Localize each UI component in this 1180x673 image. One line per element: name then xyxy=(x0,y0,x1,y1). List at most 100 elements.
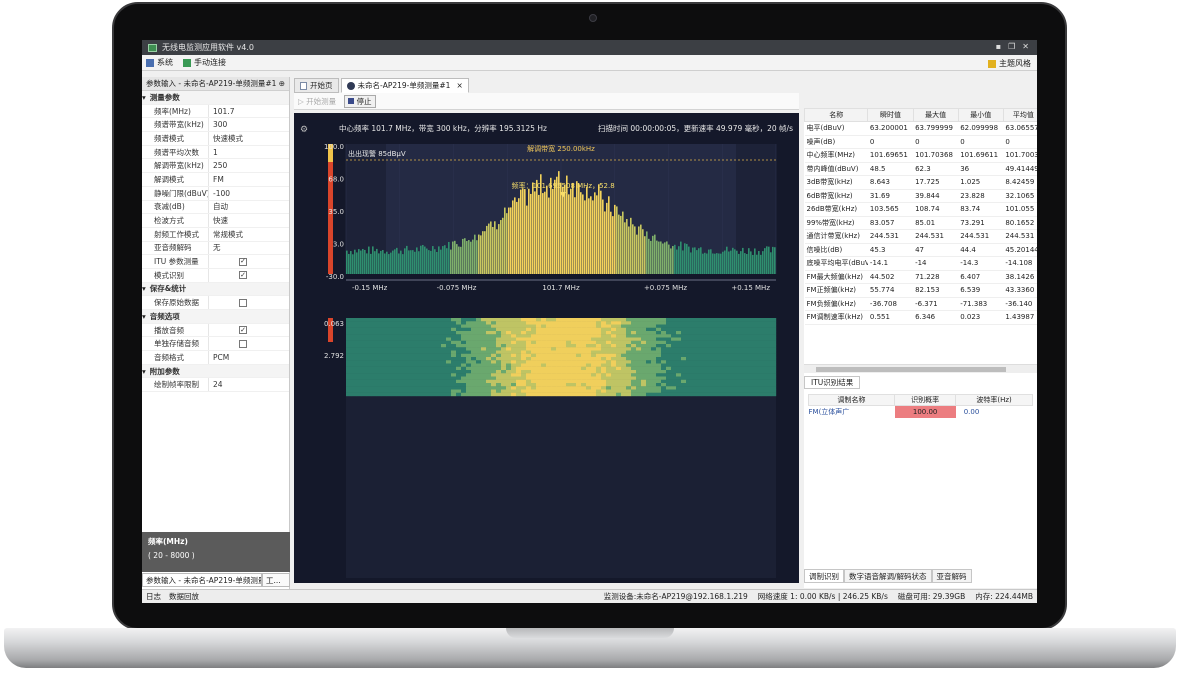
property-row[interactable]: 亚音频解码无 xyxy=(142,241,289,256)
waterfall-cell xyxy=(641,366,647,371)
table-row[interactable]: 噪声(dB) 0 0 0 0 xyxy=(804,135,1037,149)
property-row[interactable]: 检波方式 快速 xyxy=(142,214,289,228)
tab-tools[interactable]: 工... xyxy=(262,573,290,587)
property-row[interactable]: 频谱带宽(kHz) 300 xyxy=(142,118,289,133)
property-value[interactable]: 1 xyxy=(208,145,289,159)
table-row[interactable]: 通信计带宽(kHz) 244.531 244.531 244.531 244.531 xyxy=(804,229,1037,244)
theme-button[interactable]: 主题风格 xyxy=(988,58,1031,69)
property-value[interactable]: 250 xyxy=(208,159,289,173)
stop-button[interactable]: 停止 xyxy=(344,94,376,108)
spectrum-bar xyxy=(682,250,684,274)
table-row[interactable]: 信噪比(dB) 45.3 47 44.4 45.20144 xyxy=(804,243,1037,257)
property-checkbox[interactable]: ✓ xyxy=(239,271,247,280)
section-header[interactable]: ▾ 测量参数 xyxy=(142,91,289,105)
property-value[interactable]: 无 xyxy=(208,241,289,255)
table-row[interactable]: 6dB带宽(kHz) 31.69 39.844 23.828 32.1065 xyxy=(804,189,1037,203)
waterfall-cell xyxy=(726,392,732,397)
menu-manual-connect[interactable]: 手动连接 xyxy=(183,57,226,68)
tab-measurement[interactable]: 未命名-AP219-单频测量#1 × xyxy=(340,78,469,93)
property-row[interactable]: ITU 参数测量 ✓ xyxy=(142,255,289,269)
tab-close-icon[interactable]: × xyxy=(456,81,462,90)
minimize-icon[interactable]: ▪ xyxy=(996,42,1001,51)
property-value[interactable]: FM xyxy=(208,173,289,186)
property-value[interactable]: 常规模式 xyxy=(208,227,289,241)
menu-system[interactable]: 系统 xyxy=(146,57,173,68)
property-value[interactable]: 快速模式 xyxy=(208,132,289,145)
playback-button[interactable]: 数据回放 xyxy=(169,591,199,602)
table-row[interactable]: FM正频偏(kHz) 55.774 82.153 6.539 43.3360 xyxy=(804,283,1037,298)
waterfall-cell xyxy=(681,324,687,328)
table-row[interactable]: FM调制速率(kHz) 0.551 6.346 0.023 1.43987 xyxy=(804,310,1037,325)
tab-itu-result[interactable]: ITU识别结果 xyxy=(804,376,860,389)
property-row[interactable]: 保存原始数据 xyxy=(142,296,289,310)
table-row[interactable]: 3dB带宽(kHz) 8.643 17.725 1.025 8.42459 xyxy=(804,175,1037,190)
property-checkbox[interactable] xyxy=(239,298,247,307)
section-header[interactable]: ▾ 音频选项 xyxy=(142,310,289,324)
table-row[interactable]: 99%带宽(kHz) 83.057 85.01 73.291 80.1652 xyxy=(804,216,1037,230)
property-row[interactable]: 绘制帧率限制 24 xyxy=(142,378,289,393)
property-checkbox[interactable] xyxy=(239,339,247,348)
property-row[interactable]: 音频格式 PCM xyxy=(142,351,289,365)
property-row[interactable]: 频谱模式 快速模式 xyxy=(142,132,289,146)
close-icon[interactable]: ✕ xyxy=(1022,42,1029,51)
waterfall-cell xyxy=(581,347,587,351)
property-row[interactable]: 射频工作模式 常规模式 xyxy=(142,227,289,242)
property-row[interactable]: 模式识别 ✓ xyxy=(142,268,289,283)
table-row[interactable]: 电平(dBuV) 63.200001 63.799999 62.099998 63.06… xyxy=(804,121,1037,136)
horizontal-scrollbar[interactable] xyxy=(804,364,1037,373)
waterfall-cell xyxy=(521,327,527,332)
column-header[interactable]: 最大值 xyxy=(912,108,959,122)
property-value[interactable]: 快速 xyxy=(208,214,289,227)
tab-modulation-recognition[interactable]: 调制识别 xyxy=(804,569,844,583)
section-header[interactable]: ▾ 附加参数 xyxy=(142,364,289,379)
spectrum-bar xyxy=(746,253,748,274)
waterfall-cell xyxy=(536,392,542,397)
table-row[interactable]: 26dB带宽(kHz) 103.565 108.74 83.74 101.055 xyxy=(804,202,1037,217)
waterfall-cell xyxy=(451,321,457,325)
property-row[interactable]: 频率(MHz) 101.7 xyxy=(142,104,289,119)
table-row[interactable]: 带内峰值(dBuV) 48.5 62.3 36 49.41449 xyxy=(804,162,1037,176)
tab-parameter-input[interactable]: 参数输入 - 未命名-AP219-单频测量... xyxy=(142,573,262,587)
column-header[interactable]: 瞬时值 xyxy=(867,108,914,122)
table-row[interactable]: FM最大频偏(kHz) 44.502 71.228 6.407 38.1426 xyxy=(804,270,1037,284)
spectrum-bar xyxy=(420,245,422,274)
property-value[interactable]: 自动 xyxy=(208,200,289,214)
property-row[interactable]: 静噪门限(dBuV) -100 xyxy=(142,186,289,201)
start-measure-button[interactable]: ▷ 开始测量 xyxy=(298,96,336,107)
column-header[interactable]: 平均值 xyxy=(1002,108,1037,122)
tab-digital-voice[interactable]: 数字语音解调/解码状态 xyxy=(844,569,932,583)
property-row[interactable]: 播放音频 ✓ xyxy=(142,323,289,338)
property-row[interactable]: 衰减(dB) 自动 xyxy=(142,200,289,215)
column-header[interactable]: 名称 xyxy=(803,108,869,122)
table-row[interactable]: FM负频偏(kHz) -36.708 -6.371 -71.383 -36.140 xyxy=(804,297,1037,311)
property-value[interactable]: 101.7 xyxy=(208,104,289,118)
table-row[interactable]: 底噪平均电平(dBuV) -14.1 -14 -14.3 -14.108 xyxy=(804,256,1037,271)
property-checkbox[interactable]: ✓ xyxy=(239,257,247,266)
restore-icon[interactable]: ❐ xyxy=(1008,42,1015,51)
property-checkbox[interactable]: ✓ xyxy=(239,326,247,335)
property-row[interactable]: 解调带宽(kHz) 250 xyxy=(142,159,289,174)
table-row[interactable]: FM(立体声广 100.00 0.00 xyxy=(809,405,1033,418)
table-row[interactable]: 中心频率(MHz) 101.69651 101.70368 101.69611 101.… xyxy=(804,148,1037,163)
waterfall-cell xyxy=(516,321,522,325)
waterfall-cell xyxy=(431,379,437,384)
property-row[interactable]: 单独存储音频 xyxy=(142,337,289,352)
property-row[interactable]: 频谱平均次数 1 xyxy=(142,145,289,160)
tab-subaudio[interactable]: 亚音解码 xyxy=(931,569,972,583)
spectrum-plot[interactable]: 100.068.035.03.0-30.0出出现警 85dBμV解调带宽 250… xyxy=(324,138,784,298)
property-value[interactable]: 300 xyxy=(208,118,289,132)
log-button[interactable]: 日志 xyxy=(146,591,161,602)
property-value[interactable]: 24 xyxy=(208,378,289,392)
section-header[interactable]: ▾ 保存&统计 xyxy=(142,282,289,297)
property-value[interactable]: PCM xyxy=(208,351,289,364)
pin-icon[interactable]: ⊕ xyxy=(279,79,285,88)
waterfall-plot[interactable]: +0.063+2.792 xyxy=(324,318,784,578)
property-value[interactable]: -100 xyxy=(208,186,289,200)
waterfall-cell xyxy=(416,383,422,387)
scrollbar-thumb[interactable] xyxy=(816,367,1006,372)
waterfall-cell xyxy=(636,331,642,335)
column-header[interactable]: 最小值 xyxy=(957,108,1004,122)
waterfall-cell xyxy=(371,350,377,354)
property-row[interactable]: 解调模式 FM xyxy=(142,173,289,187)
tab-start-page[interactable]: 开始页 xyxy=(294,78,339,93)
